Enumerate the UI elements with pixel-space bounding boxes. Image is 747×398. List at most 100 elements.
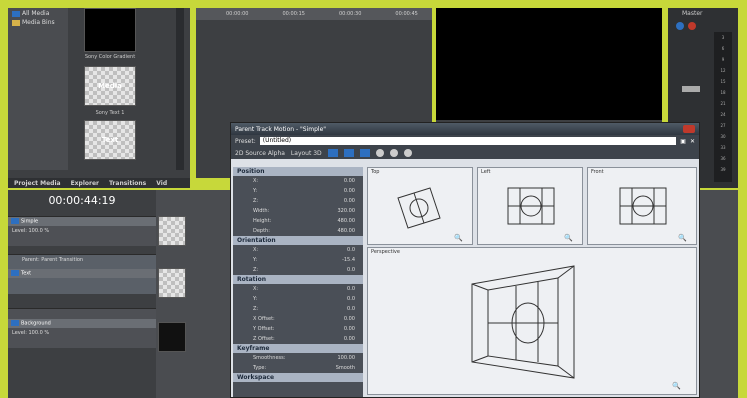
property-row[interactable]: Type: Smooth	[233, 363, 363, 373]
media-tree-item[interactable]: Media Bins	[8, 19, 68, 26]
property-row[interactable]: X: 0.00	[233, 176, 363, 186]
property-row[interactable]: Z: 0.0	[233, 265, 363, 275]
timeline-area-right	[700, 190, 738, 398]
section-header[interactable]: Position	[233, 167, 363, 176]
property-row[interactable]: Height: 480.00	[233, 216, 363, 226]
property-value[interactable]: 320.00	[338, 208, 356, 214]
property-row[interactable]: Y: 0.00	[233, 186, 363, 196]
property-value[interactable]: 0.00	[344, 316, 355, 322]
property-row[interactable]: X: 0.0	[233, 284, 363, 294]
zoom-icon[interactable]: 🔍	[454, 234, 463, 242]
media-tree-item[interactable]: All Media	[8, 8, 68, 19]
preset-bar: Preset: (Untitled) ▣ ✕	[231, 135, 699, 147]
track-icon	[11, 218, 19, 224]
axis-z-icon[interactable]	[403, 149, 412, 157]
property-row[interactable]: Y Offset: 0.00	[233, 324, 363, 334]
layout-dropdown[interactable]: Layout 3D	[291, 150, 322, 157]
close-icon[interactable]	[683, 125, 695, 133]
track-header[interactable]: Simple Level: 100.0 %	[8, 216, 156, 246]
property-label: Width:	[253, 208, 270, 214]
level-meter-scale: 3 6 9 12 15 18 21 24 27 30 33 36 39	[714, 32, 732, 182]
track-level: Parent: Parent Transition	[22, 257, 84, 263]
dialog-titlebar: Parent Track Motion - "Simple"	[231, 123, 699, 135]
track-header[interactable]: Background Level: 100.0 %	[8, 308, 156, 348]
track-motion-dialog: Parent Track Motion - "Simple" Preset: (…	[230, 122, 700, 398]
property-value[interactable]: 0.00	[344, 188, 355, 194]
lock-icon[interactable]	[359, 149, 370, 157]
zoom-icon[interactable]: 🔍	[678, 234, 687, 242]
property-label: Smoothness:	[253, 355, 286, 361]
preset-dropdown[interactable]: (Untitled)	[259, 137, 677, 145]
property-value[interactable]: 0.00	[344, 178, 355, 184]
track-header[interactable]: Parent: Parent Transition Text	[8, 254, 156, 294]
property-value[interactable]: -15.4	[342, 257, 355, 263]
zoom-icon[interactable]: 🔍	[564, 234, 573, 242]
tab-video-fx[interactable]: Vid	[156, 180, 167, 187]
property-label: Y Offset:	[253, 326, 275, 332]
axis-y-icon[interactable]	[389, 149, 398, 157]
property-row[interactable]: X Offset: 0.00	[233, 314, 363, 324]
section-header[interactable]: Rotation	[233, 275, 363, 284]
property-value[interactable]: 0.0	[347, 306, 355, 312]
property-value[interactable]: 100.00	[338, 355, 356, 361]
property-value[interactable]: Smooth	[336, 365, 355, 371]
dialog-toolbar: 2D Source Alpha Layout 3D	[231, 147, 699, 159]
view-perspective[interactable]: Perspective 🔍	[367, 247, 697, 395]
section-header[interactable]: Workspace	[233, 373, 363, 382]
property-label: Y:	[253, 296, 258, 302]
property-value[interactable]: 0.00	[344, 198, 355, 204]
axis-x-icon[interactable]	[375, 149, 384, 157]
property-row[interactable]: Z: 0.0	[233, 304, 363, 314]
tab-explorer[interactable]: Explorer	[71, 180, 99, 187]
source-alpha-dropdown[interactable]: 2D Source Alpha	[235, 150, 285, 157]
property-row[interactable]: Y: -15.4	[233, 255, 363, 265]
property-value[interactable]: 480.00	[338, 228, 356, 234]
timeline-clip[interactable]	[158, 216, 186, 246]
property-value[interactable]: 0.0	[347, 247, 355, 253]
project-media-panel: All Media Media Bins Sony Color Gradient…	[8, 8, 190, 178]
view-front[interactable]: Front 🔍	[587, 167, 697, 245]
property-row[interactable]: X: 0.0	[233, 245, 363, 255]
track-headers: 00:00:44:19 Simple Level: 100.0 % Parent…	[8, 190, 156, 398]
power-icon[interactable]	[676, 22, 684, 30]
dialog-title: Parent Track Motion - "Simple"	[235, 125, 327, 133]
property-row[interactable]: Y: 0.0	[233, 294, 363, 304]
property-row[interactable]: Z Offset: 0.00	[233, 334, 363, 344]
tab-transitions[interactable]: Transitions	[109, 180, 146, 187]
property-row[interactable]: Width: 320.00	[233, 206, 363, 216]
mute-icon[interactable]	[688, 22, 696, 30]
section-header[interactable]: Orientation	[233, 236, 363, 245]
edit-icon[interactable]	[327, 149, 338, 157]
properties-list: Position X: 0.00 Y: 0.00 Z: 0.00 Width: 320.00 He…	[233, 167, 363, 382]
timeline-clip[interactable]	[158, 268, 186, 298]
thumbnail-gradient[interactable]	[84, 8, 136, 52]
delete-preset-icon[interactable]: ✕	[690, 138, 695, 145]
property-row[interactable]: Z: 0.00	[233, 196, 363, 206]
view-top[interactable]: Top 🔍	[367, 167, 473, 245]
save-preset-icon[interactable]: ▣	[680, 138, 686, 145]
timeline-clip[interactable]	[158, 322, 186, 352]
track-icon	[11, 270, 19, 276]
media-scrollbar[interactable]	[176, 8, 184, 170]
property-value[interactable]: 0.0	[347, 296, 355, 302]
section-header[interactable]: Keyframe	[233, 344, 363, 353]
track-icon	[11, 320, 19, 326]
property-value[interactable]: 0.00	[344, 336, 355, 342]
property-value[interactable]: 480.00	[338, 218, 356, 224]
property-label: Type:	[253, 365, 267, 371]
tab-project-media[interactable]: Project Media	[14, 180, 61, 187]
zoom-icon[interactable]: 🔍	[672, 382, 681, 390]
property-row[interactable]: Smoothness: 100.00	[233, 353, 363, 363]
property-value[interactable]: 0.0	[347, 267, 355, 273]
thumbnail-text[interactable]: Text	[84, 120, 136, 160]
thumbnail-media[interactable]: Media	[84, 66, 136, 106]
property-row[interactable]: Depth: 480.00	[233, 226, 363, 236]
track-name: Background	[8, 319, 156, 328]
volume-fader[interactable]	[682, 86, 700, 92]
property-value[interactable]: 0.0	[347, 286, 355, 292]
folder-icon	[12, 19, 20, 26]
property-value[interactable]: 0.00	[344, 326, 355, 332]
move-icon[interactable]	[343, 149, 354, 157]
view-left[interactable]: Left 🔍	[477, 167, 583, 245]
thumbnail-caption: Sony Text 1	[95, 110, 125, 116]
